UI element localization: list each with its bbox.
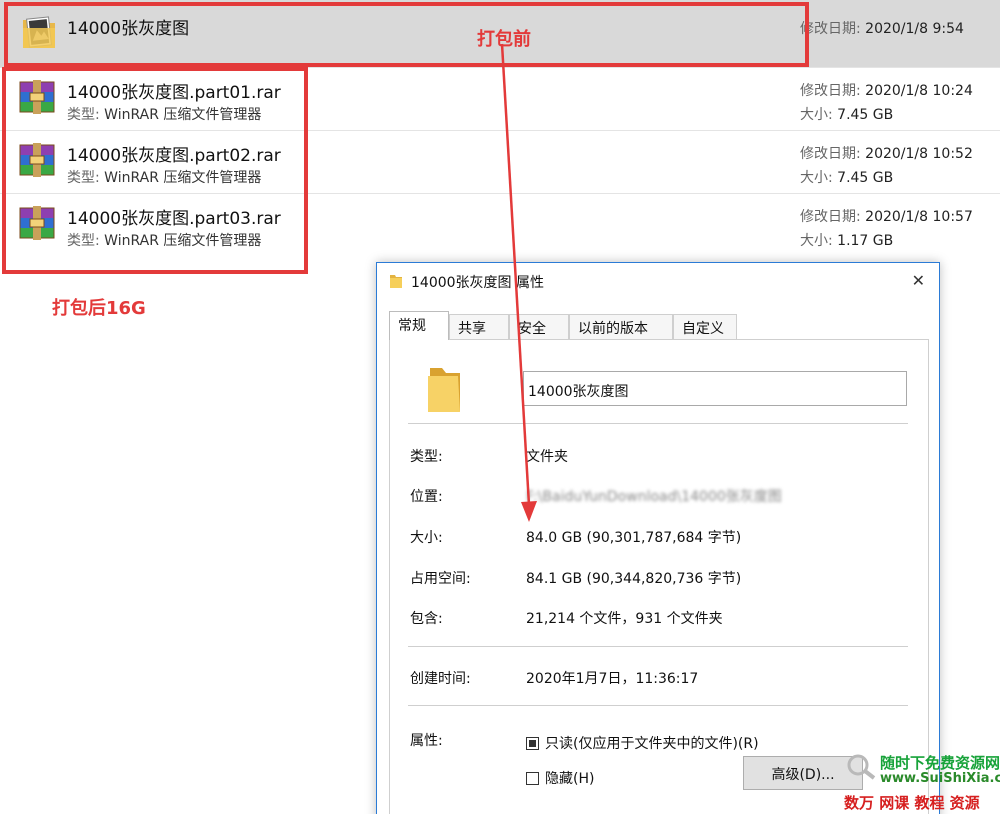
size-value: 84.0 GB (90,301,787,684 字节) — [526, 530, 742, 546]
folder-icon — [390, 275, 402, 288]
archive-name: 14000张灰度图.part02.rar — [67, 146, 281, 166]
tab-previous-versions[interactable]: 以前的版本 — [569, 314, 673, 339]
tab-security[interactable]: 安全 — [509, 314, 569, 339]
image-folder-icon — [23, 16, 55, 48]
general-panel: 类型: 文件夹 位置: F:\BaiduYunDownload\14000张灰度… — [389, 339, 929, 814]
hidden-label: 隐藏(H) — [545, 771, 595, 787]
archive-type: 类型: WinRAR 压缩文件管理器 — [67, 170, 262, 186]
folder-name-field[interactable] — [523, 371, 907, 406]
winrar-archive-icon — [19, 143, 55, 177]
archive-type: 类型: WinRAR 压缩文件管理器 — [67, 233, 262, 249]
created-value: 2020年1月7日，11:36:17 — [526, 671, 699, 687]
tab-customize[interactable]: 自定义 — [673, 314, 737, 339]
site-watermark: 随时下免费资源网 www.SuiShiXia.com 数万 网课 教程 资源 — [840, 752, 1000, 814]
after-packing-note: 打包后16G — [52, 298, 146, 319]
divider — [408, 705, 908, 706]
folder-icon — [428, 368, 460, 412]
archive-name: 14000张灰度图.part01.rar — [67, 83, 281, 103]
created-label: 创建时间: — [410, 671, 471, 687]
readonly-label: 只读(仅应用于文件夹中的文件)(R) — [545, 736, 759, 752]
close-icon[interactable]: ✕ — [912, 271, 925, 290]
archive-name: 14000张灰度图.part03.rar — [67, 209, 281, 229]
size-on-disk-value: 84.1 GB (90,344,820,736 字节) — [526, 571, 742, 587]
archive-row[interactable]: 14000张灰度图.part02.rar 类型: WinRAR 压缩文件管理器 … — [0, 131, 1000, 194]
type-value: 文件夹 — [526, 449, 568, 465]
size-on-disk-label: 占用空间: — [410, 571, 471, 587]
dialog-title: 14000张灰度图 属性 — [411, 275, 544, 291]
checkbox-mark — [526, 737, 539, 750]
watermark-line3: 数万 网课 教程 资源 — [844, 794, 980, 812]
archive-size: 大小: 7.45 GB — [800, 170, 894, 186]
archive-row[interactable]: 14000张灰度图.part03.rar 类型: WinRAR 压缩文件管理器 … — [0, 194, 1000, 257]
archive-modified-date: 修改日期: 2020/1/8 10:57 — [800, 209, 973, 225]
folder-name: 14000张灰度图 — [67, 19, 190, 39]
hidden-checkbox[interactable]: 隐藏(H) — [526, 768, 594, 788]
archive-size: 大小: 7.45 GB — [800, 107, 894, 123]
dialog-title-bar[interactable]: 14000张灰度图 属性 ✕ — [377, 263, 939, 299]
type-label: 类型: — [410, 449, 443, 465]
watermark-line1: 随时下免费资源网 — [880, 754, 1000, 772]
readonly-checkbox[interactable]: 只读(仅应用于文件夹中的文件)(R) — [526, 733, 759, 753]
contains-value: 21,214 个文件，931 个文件夹 — [526, 611, 723, 627]
archive-type: 类型: WinRAR 压缩文件管理器 — [67, 107, 262, 123]
folder-modified-date: 修改日期: 2020/1/8 9:54 — [800, 21, 964, 37]
winrar-archive-icon — [19, 80, 55, 114]
archive-modified-date: 修改日期: 2020/1/8 10:24 — [800, 83, 973, 99]
tab-general[interactable]: 常规 — [389, 311, 449, 340]
archive-modified-date: 修改日期: 2020/1/8 10:52 — [800, 146, 973, 162]
properties-dialog[interactable]: 14000张灰度图 属性 ✕ 常规 共享 安全 以前的版本 自定义 类型: 文件… — [376, 262, 940, 814]
divider — [408, 423, 908, 424]
tab-sharing[interactable]: 共享 — [449, 314, 509, 339]
before-packing-note: 打包前 — [477, 29, 531, 50]
archive-size: 大小: 1.17 GB — [800, 233, 894, 249]
attributes-label: 属性: — [410, 733, 443, 749]
magnifier-logo-icon — [847, 754, 876, 780]
winrar-archive-icon — [19, 206, 55, 240]
location-label: 位置: — [410, 489, 443, 505]
divider — [408, 646, 908, 647]
contains-label: 包含: — [410, 611, 443, 627]
watermark-line2: www.SuiShiXia.com — [880, 771, 1000, 786]
size-label: 大小: — [410, 530, 443, 546]
archive-row[interactable]: 14000张灰度图.part01.rar 类型: WinRAR 压缩文件管理器 … — [0, 68, 1000, 131]
checkbox-mark — [526, 772, 539, 785]
location-value: F:\BaiduYunDownload\14000张灰度图 — [526, 489, 782, 505]
